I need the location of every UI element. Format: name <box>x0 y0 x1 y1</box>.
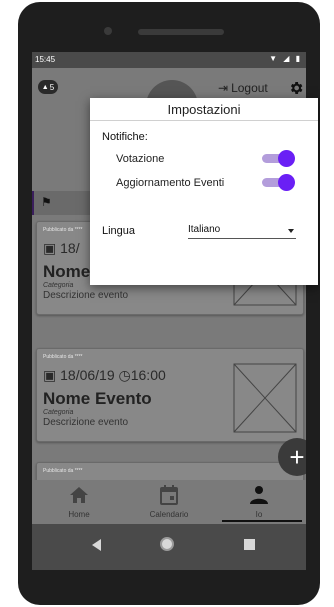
clock-icon: ◷ <box>118 367 131 383</box>
dialog-divider <box>90 120 318 121</box>
earpiece-speaker <box>138 29 224 35</box>
recent-apps-icon[interactable] <box>244 539 255 550</box>
card-published-by: Pubblicato da **** <box>43 468 83 474</box>
nav-label-calendario: Calendario <box>149 510 189 519</box>
back-icon[interactable] <box>92 539 101 551</box>
settings-dialog: Impostazioni Notifiche: Votazione Aggior… <box>90 98 318 285</box>
nav-active-indicator <box>222 520 302 522</box>
nav-item-io[interactable]: Io <box>214 480 304 524</box>
card-published-by: Pubblicato da **** <box>43 227 83 233</box>
image-placeholder-icon <box>233 363 297 433</box>
calendar-icon: ▣ <box>43 367 61 383</box>
dropdown-arrow-icon <box>288 229 294 233</box>
logout-button[interactable]: ⇥ Logout <box>218 81 268 95</box>
gear-icon[interactable] <box>286 78 306 98</box>
person-icon <box>247 484 271 506</box>
nav-label-home: Home <box>68 510 90 519</box>
flag-icon[interactable]: ⚑ <box>41 195 52 209</box>
logout-label: Logout <box>231 81 268 95</box>
aggiornamento-eventi-toggle[interactable] <box>262 174 296 191</box>
home-icon <box>67 484 91 506</box>
bell-icon: ▲ <box>41 83 49 91</box>
card-date: ▣ 18/ <box>43 240 80 256</box>
status-icons: ▼ ◢ ▮ <box>269 54 302 63</box>
bottom-nav: Home Calendario Io <box>32 480 306 524</box>
notification-badge[interactable]: ▲ 5 <box>38 80 58 94</box>
toggle-thumb <box>278 174 295 191</box>
plus-icon: + <box>289 441 305 472</box>
event-card[interactable]: Pubblicato da **** ▣ 18/06/19 ◷16:00 Nom… <box>36 348 304 442</box>
notifications-label: Notifiche: <box>102 131 148 143</box>
votazione-toggle[interactable] <box>262 150 296 167</box>
language-value: Italiano <box>188 224 221 235</box>
option-label-votazione: Votazione <box>116 153 165 165</box>
card-description: Descrizione evento <box>43 290 129 301</box>
status-time: 15:45 <box>35 55 56 64</box>
phone-frame: 15:45 ▼ ◢ ▮ ▲ 5 ⇥Logout N ⚑ Pubblicato d… <box>18 2 320 605</box>
toggle-thumb <box>278 150 295 167</box>
status-bar: 15:45 ▼ ◢ ▮ <box>32 52 306 68</box>
language-label: Lingua <box>102 225 136 237</box>
card-category: Categoria <box>43 409 74 416</box>
dialog-title: Impostazioni <box>167 102 241 117</box>
card-description: Descrizione evento <box>43 417 129 428</box>
calendar-icon: ▣ <box>43 240 61 256</box>
card-category: Categoria <box>43 282 74 289</box>
card-date: ▣ 18/06/19 ◷16:00 <box>43 367 166 383</box>
card-published-by: Pubblicato da **** <box>43 354 83 360</box>
front-camera <box>104 27 112 35</box>
option-label-aggiornamento-eventi: Aggiornamento Eventi <box>116 177 225 189</box>
card-title: Nome Evento <box>43 389 152 408</box>
nav-item-home[interactable]: Home <box>34 480 124 524</box>
calendar-icon <box>157 484 181 506</box>
badge-count: 5 <box>49 82 55 92</box>
home-circle-icon[interactable] <box>160 537 174 551</box>
nav-label-io: Io <box>255 510 263 519</box>
system-nav-bar <box>32 524 306 570</box>
language-select[interactable]: Italiano <box>188 222 296 239</box>
nav-item-calendario[interactable]: Calendario <box>124 480 214 524</box>
logout-icon: ⇥ <box>218 81 229 95</box>
